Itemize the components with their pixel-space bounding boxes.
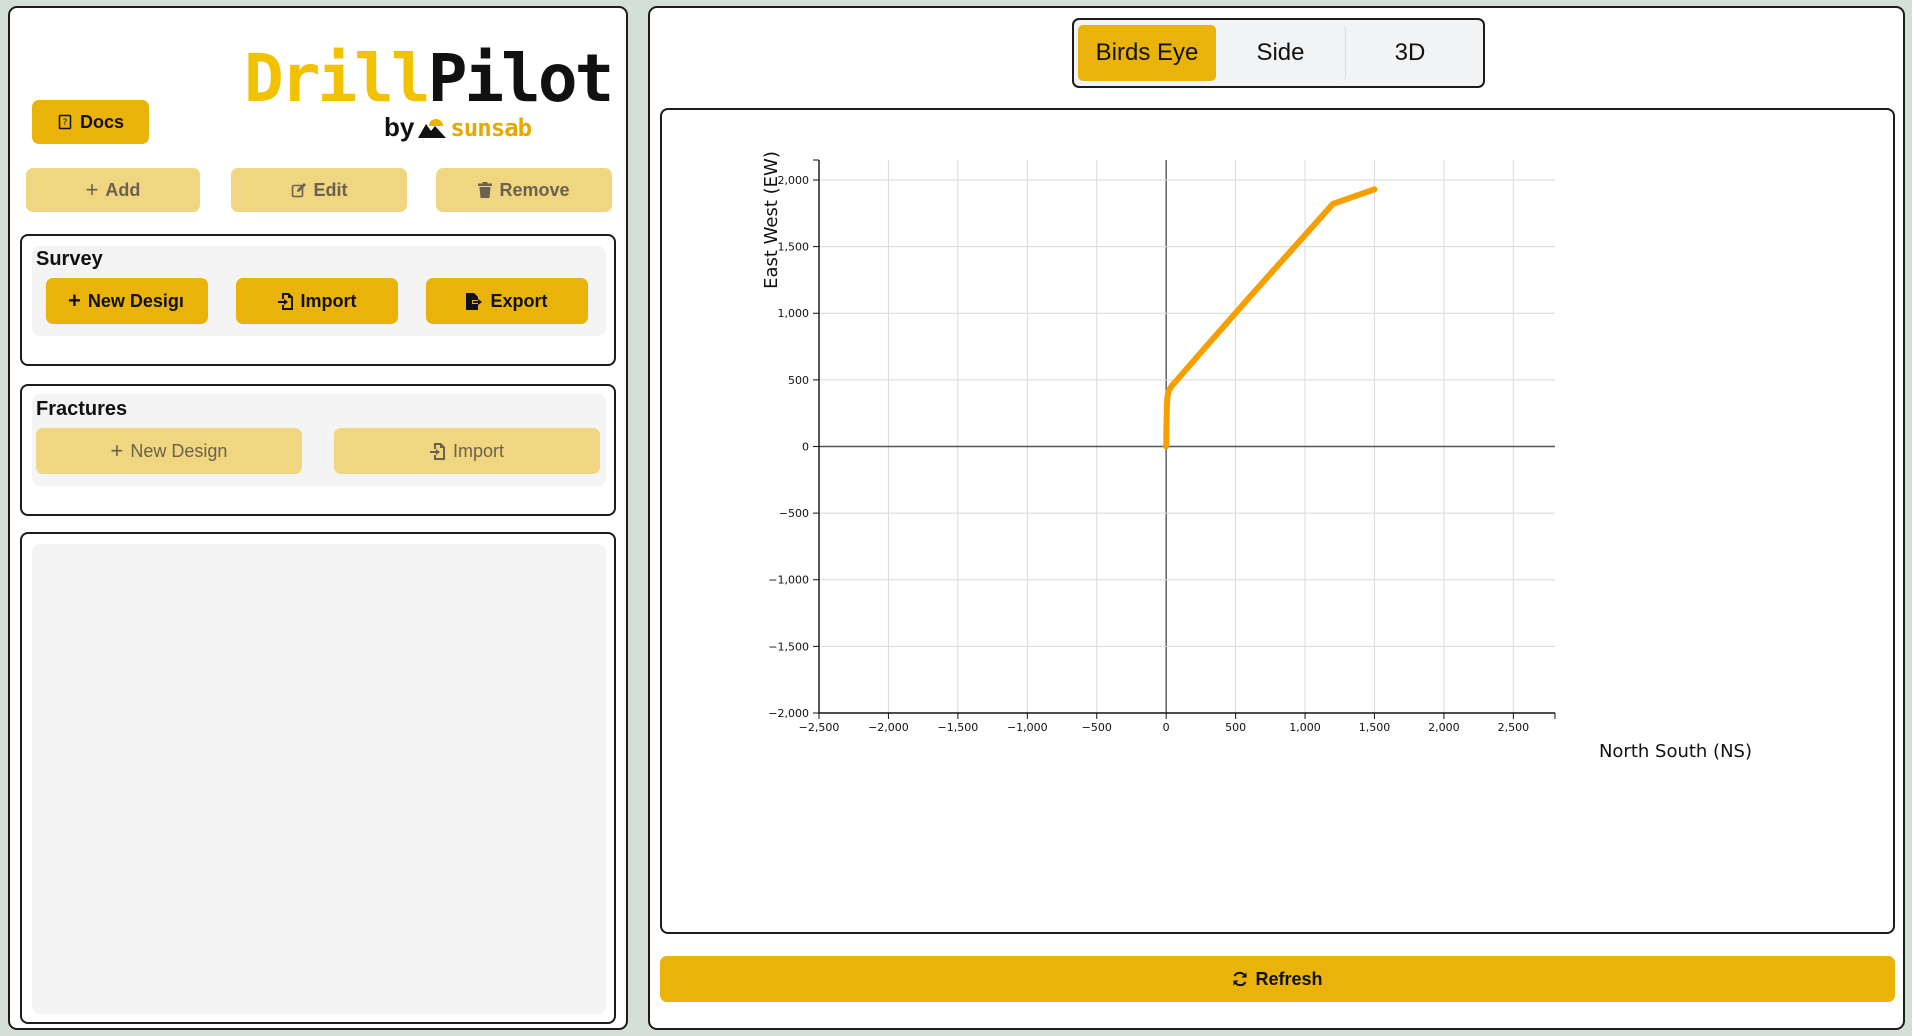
plot-card: −2,500 −2,000 −1,500 −1,000 −500 0 500 1,000 1,5…: [660, 108, 1895, 934]
survey-export-button[interactable]: Export: [426, 278, 588, 324]
well-path-line: [1163, 186, 1378, 450]
refresh-icon: [1233, 971, 1247, 987]
survey-import-button[interactable]: Import: [236, 278, 398, 324]
file-export-icon: [466, 292, 483, 310]
y-tick-label: 2,000: [778, 174, 810, 187]
docs-button[interactable]: ? Docs: [32, 100, 149, 144]
x-tick-label: −2,500: [799, 721, 840, 734]
remove-label: Remove: [499, 179, 570, 200]
survey-export-label: Export: [490, 290, 548, 311]
x-tick-label: −500: [1082, 721, 1112, 734]
sunsab-mountain-icon: [418, 118, 447, 138]
plus-icon: +: [85, 177, 99, 202]
refresh-button[interactable]: Refresh: [660, 956, 1895, 1002]
right-panel: Birds Eye Side 3D −2,500 −2,000 −1,500 −1,0…: [648, 6, 1905, 1030]
tab-birds-eye[interactable]: Birds Eye: [1078, 25, 1216, 81]
drillpilot-logo: DrillPilot by sunsab: [244, 44, 614, 144]
survey-import-label: Import: [300, 290, 357, 311]
y-tick-label: 1,500: [778, 241, 810, 254]
file-import-icon: [429, 442, 445, 460]
left-panel: DrillPilot by sunsab ? Docs + Add Edit R…: [8, 6, 628, 1030]
plus-icon: +: [68, 288, 81, 313]
x-tick-label: 2,500: [1498, 721, 1530, 734]
design-list-card: [20, 532, 616, 1024]
edit-button[interactable]: Edit: [231, 168, 407, 212]
x-tick-label: 0: [1163, 721, 1170, 734]
fractures-import-label: Import: [452, 440, 504, 461]
y-tick-label: −1,000: [768, 574, 809, 587]
tab-3d[interactable]: 3D: [1346, 25, 1474, 81]
docs-label: Docs: [79, 111, 124, 132]
fractures-new-design-label: New Design: [130, 440, 228, 461]
x-tick-label: 2,000: [1428, 721, 1460, 734]
x-tick-label: 1,000: [1289, 721, 1321, 734]
x-tick-label: −2,000: [868, 721, 909, 734]
x-axis-label: North South (NS): [1599, 741, 1752, 762]
fractures-title: Fractures: [36, 398, 128, 420]
x-tick-label: −1,500: [938, 721, 979, 734]
y-axis-label: East West (EW): [761, 151, 782, 289]
file-import-icon: [277, 292, 293, 310]
survey-new-design-button[interactable]: + New Desigı: [46, 278, 208, 324]
plus-icon: +: [110, 438, 124, 463]
survey-new-design-label: New Desigı: [87, 290, 184, 311]
view-switcher: Birds Eye Side 3D: [1072, 18, 1485, 88]
x-tick-label: 1,500: [1359, 721, 1391, 734]
logo-by-text: by: [384, 112, 415, 142]
x-tick-label: 500: [1225, 721, 1246, 734]
y-tick-label: −1,500: [768, 640, 809, 653]
logo-pilot-text: Pilot: [427, 40, 615, 117]
trash-icon: [478, 182, 493, 198]
y-tick-label: 1,000: [778, 307, 810, 320]
add-button[interactable]: + Add: [26, 168, 200, 212]
logo-drill-text: Drill: [244, 40, 431, 117]
design-list-area[interactable]: [32, 544, 606, 1014]
x-tick-label: −1,000: [1007, 721, 1048, 734]
add-label: Add: [105, 179, 141, 200]
survey-title: Survey: [36, 248, 103, 270]
fractures-new-design-button[interactable]: + New Design: [36, 428, 302, 474]
refresh-label: Refresh: [1255, 968, 1323, 989]
fractures-import-button[interactable]: Import: [334, 428, 600, 474]
tab-side[interactable]: Side: [1216, 25, 1346, 81]
y-tick-label: 500: [788, 374, 809, 387]
edit-icon: [291, 183, 306, 198]
book-icon: ?: [58, 114, 72, 130]
y-tick-label: −500: [779, 507, 809, 520]
logo-brand-text: sunsab: [450, 113, 532, 142]
birds-eye-chart[interactable]: −2,500 −2,000 −1,500 −1,000 −500 0 500 1,000 1,5…: [662, 110, 1893, 932]
edit-label: Edit: [313, 179, 348, 200]
y-tick-label: 0: [802, 440, 809, 453]
remove-button[interactable]: Remove: [436, 168, 612, 212]
y-tick-label: −2,000: [768, 707, 809, 720]
svg-text:?: ?: [63, 118, 68, 128]
